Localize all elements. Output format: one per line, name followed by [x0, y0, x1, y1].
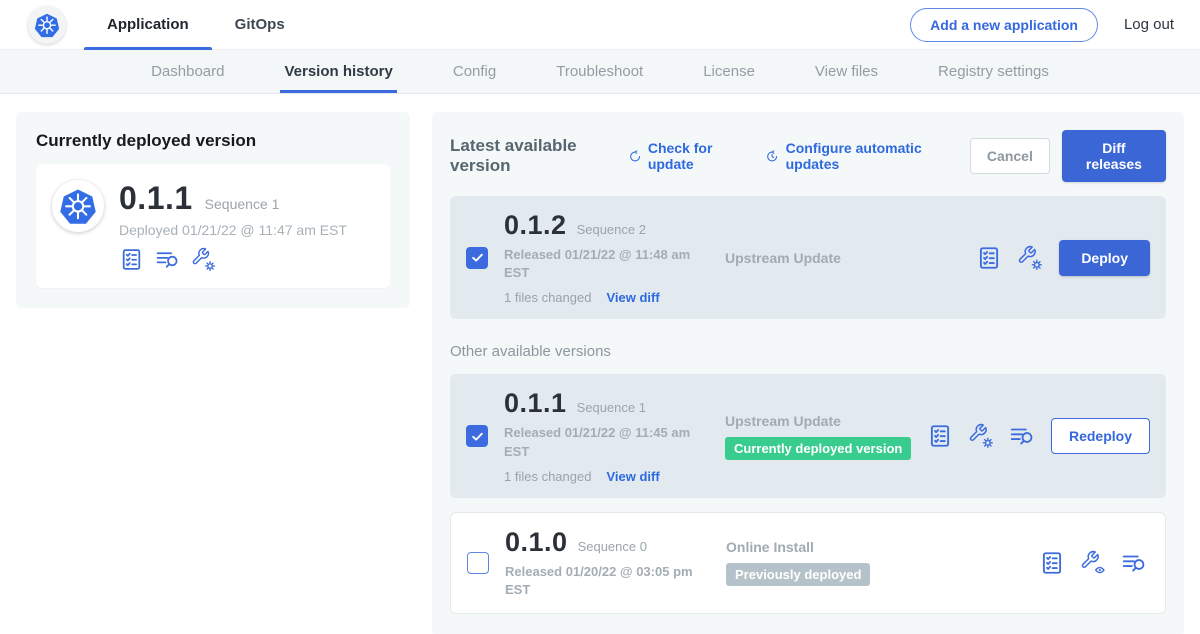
files-changed-label: 1 files changed: [504, 290, 591, 305]
app-subnav: Dashboard Version history Config Trouble…: [0, 50, 1200, 94]
version-source: Upstream Update: [711, 250, 976, 266]
source-label: Upstream Update: [725, 250, 976, 266]
version-checkbox[interactable]: [466, 247, 488, 269]
source-label: Upstream Update: [725, 413, 927, 429]
subnav-tab-config[interactable]: Config: [453, 50, 496, 93]
version-row-0-1-0: 0.1.0 Sequence 0 Released 01/20/22 @ 03:…: [450, 512, 1166, 614]
available-versions-panel: Latest available version Check for updat…: [432, 112, 1184, 634]
tab-application-label: Application: [107, 16, 189, 33]
kubernetes-logo: [28, 6, 66, 44]
configure-auto-updates-link[interactable]: Configure automatic updates: [765, 140, 948, 172]
released-timestamp: Released 01/21/22 @ 11:45 am EST: [504, 424, 711, 460]
view-diff-link[interactable]: View diff: [606, 469, 659, 484]
latest-available-title: Latest available version: [450, 136, 612, 176]
version-info: 0.1.1 Sequence 1 Released 01/21/22 @ 11:…: [504, 388, 711, 483]
version-source: Online Install Previously deployed: [712, 539, 1039, 586]
edit-config-icon[interactable]: [1017, 245, 1043, 271]
view-diff-link[interactable]: View diff: [606, 290, 659, 305]
tab-gitops-label: GitOps: [235, 16, 285, 33]
preflight-checklist-icon[interactable]: [119, 247, 144, 272]
source-label: Online Install: [726, 539, 1039, 555]
version-action-icons: [976, 245, 1043, 271]
deployed-version-number: 0.1.1: [119, 180, 193, 217]
top-header: Application GitOps Add a new application…: [0, 0, 1200, 50]
view-logs-icon[interactable]: [1009, 423, 1035, 449]
schedule-update-icon: [765, 148, 779, 165]
version-checkbox[interactable]: [467, 552, 489, 574]
available-versions-header: Latest available version Check for updat…: [450, 130, 1166, 182]
deployed-version-info: 0.1.1 Sequence 1 Deployed 01/21/22 @ 11:…: [119, 180, 347, 272]
previously-deployed-badge: Previously deployed: [726, 563, 870, 586]
edit-config-icon[interactable]: [968, 423, 994, 449]
version-row-0-1-2: 0.1.2 Sequence 2 Released 01/21/22 @ 11:…: [450, 196, 1166, 319]
logout-link[interactable]: Log out: [1124, 16, 1174, 33]
tab-application[interactable]: Application: [84, 0, 212, 50]
version-info: 0.1.2 Sequence 2 Released 01/21/22 @ 11:…: [504, 210, 711, 305]
kubernetes-app-icon: [59, 187, 97, 225]
tab-gitops[interactable]: GitOps: [212, 0, 308, 50]
subnav-tab-troubleshoot[interactable]: Troubleshoot: [556, 50, 643, 93]
diff-releases-button[interactable]: Diff releases: [1062, 130, 1166, 182]
app-nav: Application GitOps: [84, 0, 308, 50]
sequence-label: Sequence 1: [577, 400, 646, 415]
version-action-icons: [1039, 550, 1147, 576]
version-number: 0.1.0: [505, 527, 568, 558]
preflight-checklist-icon[interactable]: [1039, 550, 1065, 576]
preflight-checklist-icon[interactable]: [927, 423, 953, 449]
checkmark-icon: [470, 250, 485, 265]
view-logs-icon[interactable]: [1121, 550, 1147, 576]
version-source: Upstream Update Currently deployed versi…: [711, 413, 927, 460]
subnav-tab-version-history[interactable]: Version history: [284, 50, 392, 93]
version-row-0-1-1: 0.1.1 Sequence 1 Released 01/21/22 @ 11:…: [450, 374, 1166, 497]
subnav-tab-license[interactable]: License: [703, 50, 755, 93]
kubernetes-wheel-icon: [34, 12, 60, 38]
currently-deployed-badge: Currently deployed version: [725, 437, 911, 460]
sequence-label: Sequence 2: [577, 222, 646, 237]
view-config-icon[interactable]: [1080, 550, 1106, 576]
version-action-icons: [927, 423, 1035, 449]
version-number: 0.1.1: [504, 388, 567, 419]
deployed-sequence-label: Sequence 1: [205, 196, 280, 212]
cancel-button[interactable]: Cancel: [970, 138, 1050, 174]
subnav-tab-view-files[interactable]: View files: [815, 50, 878, 93]
deploy-button[interactable]: Deploy: [1059, 240, 1150, 276]
sequence-label: Sequence 0: [578, 539, 647, 554]
check-for-update-link[interactable]: Check for update: [628, 140, 744, 172]
add-application-button[interactable]: Add a new application: [910, 8, 1098, 42]
deployed-action-icons: [119, 247, 347, 272]
deployed-timestamp: Deployed 01/21/22 @ 11:47 am EST: [119, 222, 347, 238]
checkmark-icon: [470, 429, 485, 444]
files-changed-label: 1 files changed: [504, 469, 591, 484]
preflight-checklist-icon[interactable]: [976, 245, 1002, 271]
redeploy-button[interactable]: Redeploy: [1051, 418, 1150, 454]
currently-deployed-title: Currently deployed version: [36, 131, 390, 151]
released-timestamp: Released 01/21/22 @ 11:48 am EST: [504, 246, 711, 282]
edit-config-icon[interactable]: [191, 247, 216, 272]
refresh-icon: [628, 148, 642, 165]
currently-deployed-panel: Currently deployed version 0.1.1 Sequenc…: [16, 112, 410, 308]
released-timestamp: Released 01/20/22 @ 03:05 pm EST: [505, 563, 712, 599]
deployed-version-card: 0.1.1 Sequence 1 Deployed 01/21/22 @ 11:…: [36, 164, 390, 288]
configure-auto-updates-label: Configure automatic updates: [786, 140, 948, 172]
version-info: 0.1.0 Sequence 0 Released 01/20/22 @ 03:…: [505, 527, 712, 599]
other-versions-title: Other available versions: [450, 343, 1166, 360]
subnav-tab-registry-settings[interactable]: Registry settings: [938, 50, 1049, 93]
check-for-update-label: Check for update: [648, 140, 744, 172]
version-checkbox[interactable]: [466, 425, 488, 447]
main-content: Currently deployed version 0.1.1 Sequenc…: [0, 94, 1200, 634]
version-number: 0.1.2: [504, 210, 567, 241]
subnav-tab-dashboard[interactable]: Dashboard: [151, 50, 224, 93]
app-icon-badge: [52, 180, 104, 232]
view-logs-icon[interactable]: [155, 247, 180, 272]
